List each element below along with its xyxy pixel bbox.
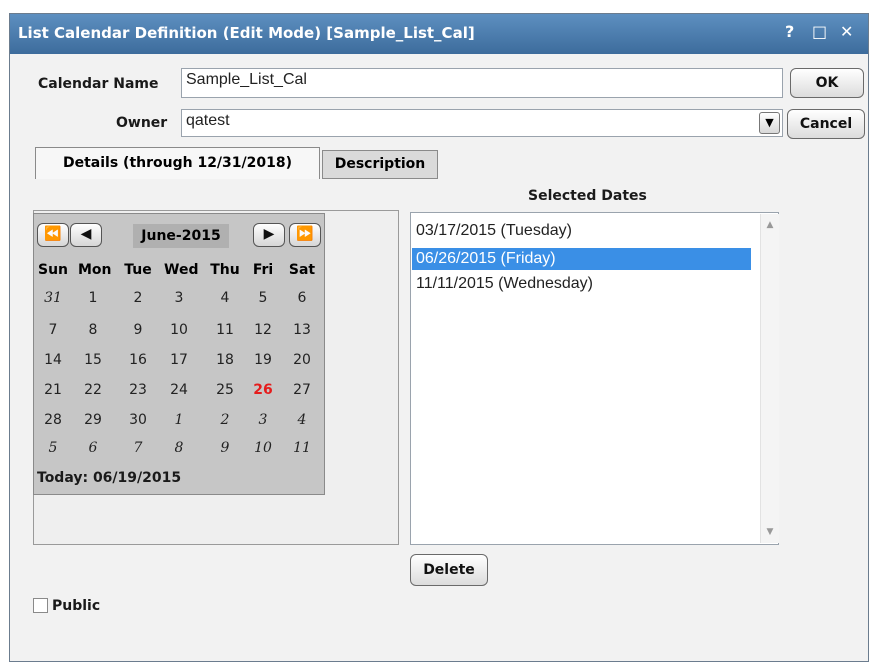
next-year-icon[interactable]: ⏩ — [289, 223, 321, 247]
calendar-name-label: Calendar Name — [38, 76, 159, 92]
calendar-day[interactable]: 11 — [287, 440, 317, 456]
scrollbar[interactable]: ▲ ▼ — [760, 214, 779, 543]
help-icon[interactable]: ? — [785, 22, 794, 41]
calendar-day[interactable]: 4 — [287, 412, 317, 428]
calendar-day[interactable]: 19 — [248, 352, 278, 368]
calendar-day[interactable]: 2 — [210, 412, 240, 428]
weekday-label: Sat — [288, 262, 316, 278]
calendar-day[interactable]: 23 — [123, 382, 153, 398]
weekday-label: Wed — [164, 262, 199, 278]
calendar-day[interactable]: 7 — [38, 322, 68, 338]
ok-button[interactable]: OK — [790, 68, 864, 98]
weekday-label: Tue — [124, 262, 152, 278]
calendar-day[interactable]: 16 — [123, 352, 153, 368]
calendar-day[interactable]: 5 — [248, 290, 278, 306]
calendar-day[interactable]: 1 — [78, 290, 108, 306]
calendar-day[interactable]: 31 — [38, 290, 68, 306]
close-icon[interactable]: ✕ — [840, 22, 853, 41]
calendar-day[interactable]: 10 — [164, 322, 194, 338]
list-item-selected[interactable]: 06/26/2015 (Friday) — [412, 248, 751, 270]
cancel-button[interactable]: Cancel — [787, 109, 865, 139]
calendar-day[interactable]: 9 — [123, 322, 153, 338]
calendar-day[interactable]: 3 — [164, 290, 194, 306]
chevron-down-icon[interactable]: ▼ — [759, 112, 780, 134]
calendar-day[interactable]: 3 — [248, 412, 278, 428]
public-label: Public — [52, 598, 101, 614]
calendar-day[interactable]: 25 — [210, 382, 240, 398]
calendar-day[interactable]: 26 — [248, 382, 278, 398]
calendar-day[interactable]: 6 — [287, 290, 317, 306]
scroll-down-icon[interactable]: ▼ — [761, 527, 779, 537]
calendar-day[interactable]: 5 — [38, 440, 68, 456]
calendar-day[interactable]: 8 — [164, 440, 194, 456]
public-checkbox[interactable] — [33, 598, 48, 613]
weekday-label: Thu — [210, 262, 240, 278]
calendar-day[interactable]: 13 — [287, 322, 317, 338]
maximize-icon[interactable]: □ — [812, 22, 827, 41]
selected-dates-list[interactable]: 03/17/2015 (Tuesday) 06/26/2015 (Friday)… — [410, 212, 779, 545]
weekday-label: Mon — [78, 262, 112, 278]
delete-button[interactable]: Delete — [410, 554, 488, 586]
calendar-day[interactable]: 11 — [210, 322, 240, 338]
tab-details[interactable]: Details (through 12/31/2018) — [35, 147, 320, 179]
calendar-day[interactable]: 10 — [248, 440, 278, 456]
calendar-day[interactable]: 15 — [78, 352, 108, 368]
calendar-day[interactable]: 1 — [164, 412, 194, 428]
calendar-day[interactable]: 27 — [287, 382, 317, 398]
calendar-day[interactable]: 12 — [248, 322, 278, 338]
prev-month-icon[interactable]: ◀ — [70, 223, 102, 247]
calendar-day[interactable]: 30 — [123, 412, 153, 428]
owner-select[interactable]: qatest — [181, 109, 783, 137]
weekday-label: Sun — [38, 262, 69, 278]
weekday-label: Fri — [252, 262, 274, 278]
calendar-day[interactable]: 22 — [78, 382, 108, 398]
owner-label: Owner — [116, 115, 168, 131]
calendar-day[interactable]: 29 — [78, 412, 108, 428]
calendar-day[interactable]: 17 — [164, 352, 194, 368]
next-month-icon[interactable]: ▶ — [253, 223, 285, 247]
owner-value: qatest — [186, 112, 230, 129]
calendar-day[interactable]: 8 — [78, 322, 108, 338]
calendar-day[interactable]: 14 — [38, 352, 68, 368]
today-label: Today: 06/19/2015 — [37, 470, 182, 486]
calendar-day[interactable]: 9 — [210, 440, 240, 456]
prev-year-icon[interactable]: ⏪ — [37, 223, 69, 247]
calendar-day[interactable]: 20 — [287, 352, 317, 368]
calendar-day[interactable]: 7 — [123, 440, 153, 456]
month-label: June-2015 — [133, 224, 229, 248]
scroll-up-icon[interactable]: ▲ — [761, 220, 779, 230]
calendar-day[interactable]: 24 — [164, 382, 194, 398]
calendar-day[interactable]: 2 — [123, 290, 153, 306]
tab-description[interactable]: Description — [322, 150, 438, 179]
calendar-day[interactable]: 21 — [38, 382, 68, 398]
calendar-name-input[interactable]: Sample_List_Cal — [181, 68, 783, 98]
calendar-day[interactable]: 18 — [210, 352, 240, 368]
selected-dates-heading: Selected Dates — [528, 188, 647, 204]
calendar-day[interactable]: 6 — [78, 440, 108, 456]
window-title: List Calendar Definition (Edit Mode) [Sa… — [18, 24, 475, 42]
list-item[interactable]: 03/17/2015 (Tuesday) — [416, 222, 572, 240]
list-item[interactable]: 11/11/2015 (Wednesday) — [416, 275, 593, 293]
calendar-day[interactable]: 4 — [210, 290, 240, 306]
calendar-day[interactable]: 28 — [38, 412, 68, 428]
